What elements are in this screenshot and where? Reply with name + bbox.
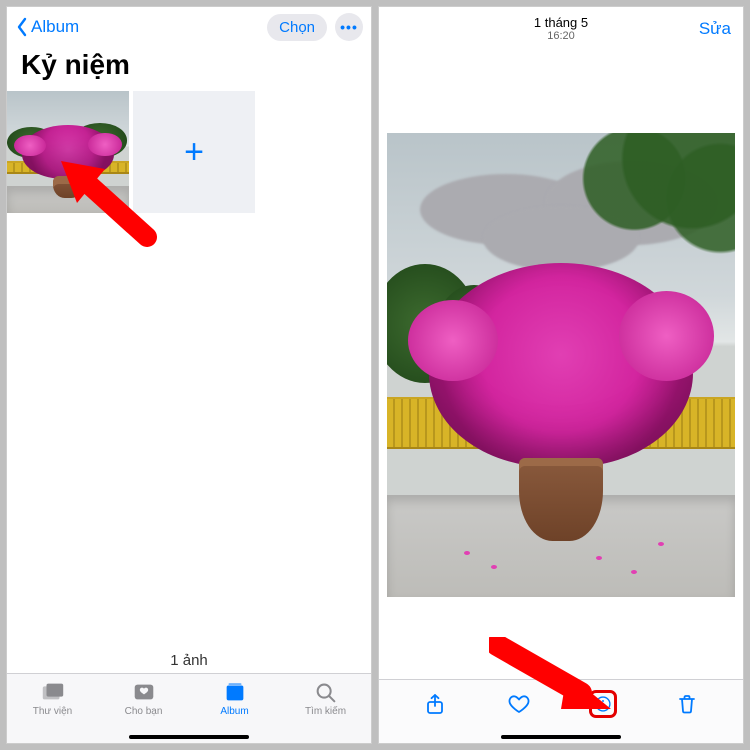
trash-icon: [675, 692, 699, 716]
tab-albums[interactable]: Album: [189, 680, 280, 717]
tab-label: Thư viện: [33, 706, 73, 717]
ellipsis-icon: •••: [340, 19, 358, 35]
photo-grid: +: [7, 91, 371, 213]
photo-time: 16:20: [379, 30, 743, 42]
nav-bar: Album Chọn •••: [7, 7, 371, 47]
album-title: Kỷ niệm: [7, 47, 371, 91]
library-icon: [40, 680, 66, 704]
home-indicator[interactable]: [129, 735, 249, 739]
home-indicator[interactable]: [501, 735, 621, 739]
share-button[interactable]: [421, 690, 449, 718]
tab-library[interactable]: Thư viện: [7, 680, 98, 717]
add-photo-tile[interactable]: +: [133, 91, 255, 213]
foryou-icon: [131, 680, 157, 704]
favorite-button[interactable]: [505, 690, 533, 718]
chevron-left-icon: [15, 17, 29, 37]
more-button[interactable]: •••: [335, 13, 363, 41]
delete-button[interactable]: [673, 690, 701, 718]
nav-bar: 1 tháng 5 16:20 Sửa: [379, 7, 743, 51]
photo-thumbnail[interactable]: [7, 91, 129, 213]
photo-detail-screen: 1 tháng 5 16:20 Sửa: [378, 6, 744, 744]
heart-icon: [507, 692, 531, 716]
back-button[interactable]: Album: [15, 17, 79, 37]
edit-button[interactable]: Sửa: [699, 19, 731, 39]
albums-icon: [222, 680, 248, 704]
tab-label: Tìm kiếm: [305, 706, 346, 717]
bottom-toolbar: [379, 679, 743, 743]
nav-title-area: 1 tháng 5 16:20: [379, 16, 743, 42]
album-screen: Album Chọn ••• Kỷ niệm +: [6, 6, 372, 744]
info-button[interactable]: [589, 690, 617, 718]
tab-search[interactable]: Tìm kiếm: [280, 680, 371, 717]
photo-date: 1 tháng 5: [379, 16, 743, 30]
select-button[interactable]: Chọn: [267, 14, 327, 41]
tab-foryou[interactable]: Cho bạn: [98, 680, 189, 717]
nav-actions: Chọn •••: [267, 13, 363, 41]
back-label: Album: [31, 17, 79, 37]
search-icon: [313, 680, 339, 704]
share-icon: [423, 692, 447, 716]
tab-label: Album: [220, 706, 248, 717]
plus-icon: +: [184, 133, 204, 172]
photo-count: 1 ảnh: [7, 646, 371, 673]
info-icon: [594, 692, 612, 716]
photo[interactable]: [387, 133, 735, 597]
tab-bar: Thư viện Cho bạn Album Tìm kiếm: [7, 673, 371, 743]
photo-viewer[interactable]: [379, 51, 743, 679]
tab-label: Cho bạn: [125, 706, 163, 717]
